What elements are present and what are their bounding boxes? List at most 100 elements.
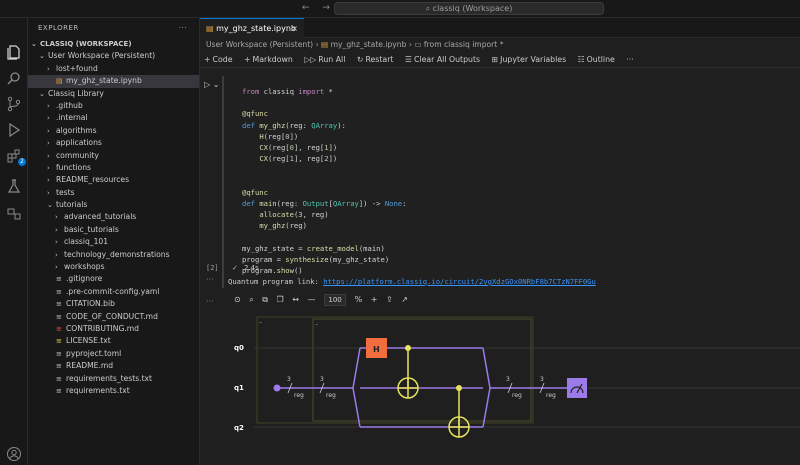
clear-outputs-button[interactable]: ☰ Clear All Outputs	[405, 55, 480, 64]
tree-item[interactable]: ⌄ Classiq Library	[28, 88, 199, 100]
tree-item-label: algorithms	[56, 125, 97, 135]
collapse-icon[interactable]: –	[315, 321, 318, 328]
tree-item[interactable]: › advanced_tutorials	[28, 211, 199, 223]
tree-item[interactable]: ≡ LICENSE.txt	[28, 335, 199, 347]
tree-item[interactable]: › lost+found	[28, 63, 199, 75]
tree-item-label: functions	[56, 162, 91, 172]
tree-item[interactable]: › algorithms	[28, 125, 199, 137]
open-external-icon[interactable]: ↗	[401, 295, 408, 304]
bus-label: reg	[546, 392, 556, 399]
workspace-root[interactable]: ⌄ CLASSIQ (WORKSPACE)	[28, 38, 199, 50]
chevron-right-icon: ›	[47, 101, 50, 110]
chevron-right-icon: ›	[47, 64, 50, 73]
add-code-button[interactable]: + Code	[204, 55, 233, 64]
tree-item-label: README_resources	[56, 175, 130, 185]
more-toolbar-icon[interactable]: ···	[626, 55, 633, 64]
file-icon: ≡	[56, 275, 62, 284]
tree-item[interactable]: › classiq_101	[28, 236, 199, 248]
tree-item[interactable]: › applications	[28, 137, 199, 149]
output-menu-icon-2[interactable]: ···	[206, 297, 214, 306]
bus-label: reg	[326, 392, 336, 399]
search-sidebar-icon[interactable]	[6, 70, 22, 86]
tree-item[interactable]: ≡ pyproject.toml	[28, 348, 199, 360]
code-editor[interactable]: from classiq import * @qfunc def my_ghz(re…	[242, 86, 406, 276]
output-menu-icon[interactable]: ···	[206, 275, 214, 284]
layers-icon[interactable]: ⧉	[262, 295, 268, 305]
remote-explorer-icon[interactable]	[6, 206, 22, 222]
tree-item-label: CITATION.bib	[66, 299, 115, 309]
notebook-toolbar: + Code + Markdown ▷▷ Run All ↻ Restart ☰ Clea…	[200, 52, 800, 68]
copy-icon[interactable]: ❐	[277, 295, 284, 304]
testing-icon[interactable]	[6, 178, 22, 194]
tree-item[interactable]: ≡ requirements.txt	[28, 385, 199, 397]
more-actions-icon[interactable]: ···	[179, 18, 187, 38]
fit-width-icon[interactable]: ↔	[292, 295, 299, 304]
extensions-badge: 2	[18, 158, 26, 166]
breadcrumb-cell[interactable]: from classiq import *	[424, 40, 504, 49]
zoom-search-icon[interactable]: ⌕	[249, 295, 253, 305]
tree-item[interactable]: ≡ requirements_tests.txt	[28, 373, 199, 385]
target-icon[interactable]: ⊙	[234, 295, 241, 304]
tree-item[interactable]: ⌄ User Workspace (Persistent)	[28, 50, 199, 62]
tree-item[interactable]: › technology_demonstrations	[28, 249, 199, 261]
tree-item[interactable]: ≡ CODE_OF_CONDUCT.md	[28, 311, 199, 323]
tree-item[interactable]: ≡ CONTRIBUTING.md	[28, 323, 199, 335]
tree-item[interactable]: › .github	[28, 100, 199, 112]
chevron-down-icon: ⌄	[47, 201, 53, 210]
chevron-right-icon: ›	[47, 114, 50, 123]
tab-bar: ▤ my_ghz_state.ipynb ×	[200, 18, 800, 38]
split-line	[352, 347, 361, 389]
outline-button[interactable]: ☷ Outline	[578, 55, 615, 64]
tab-label: my_ghz_state.ipynb	[216, 24, 296, 33]
cell-icon: ▭	[414, 40, 422, 49]
tree-item[interactable]: ▤ my_ghz_state.ipynb	[28, 75, 199, 88]
tree-item-label: .github	[56, 100, 83, 110]
tree-item[interactable]: › tests	[28, 187, 199, 199]
zoom-input[interactable]: 100	[324, 294, 347, 306]
close-icon[interactable]: ×	[291, 19, 298, 38]
tree-item[interactable]: › basic_tutorials	[28, 224, 199, 236]
add-code-label: Code	[212, 55, 233, 64]
plus-icon: +	[204, 55, 211, 64]
jupyter-variables-button[interactable]: ⊞ Jupyter Variables	[492, 55, 567, 64]
forward-icon[interactable]: →	[322, 3, 330, 13]
zoom-out-icon[interactable]: —	[308, 295, 316, 304]
share-icon[interactable]: ⇪	[386, 295, 393, 304]
account-icon[interactable]	[6, 446, 22, 462]
extensions-icon[interactable]: 2	[6, 148, 26, 166]
tree-item[interactable]: › README_resources	[28, 174, 199, 186]
breadcrumb-file[interactable]: my_ghz_state.ipynb	[331, 40, 407, 49]
back-icon[interactable]: ←	[302, 3, 310, 13]
tree-item[interactable]: › .internal	[28, 112, 199, 124]
run-all-button[interactable]: ▷▷ Run All	[304, 55, 345, 64]
program-link[interactable]: https://platform.classiq.io/circuit/2ygX…	[323, 277, 596, 286]
tree-item[interactable]: › workshops	[28, 261, 199, 273]
tree-item[interactable]: ⌄ tutorials	[28, 199, 199, 211]
cx-control[interactable]	[405, 345, 411, 351]
run-debug-icon[interactable]	[6, 122, 22, 138]
tree-item-label: basic_tutorials	[64, 224, 119, 234]
bus-label: reg	[512, 392, 522, 399]
command-center[interactable]: ⌕ classiq (Workspace)	[334, 2, 604, 15]
tree-item[interactable]: ≡ CITATION.bib	[28, 298, 199, 310]
run-all-icon: ▷▷	[304, 55, 317, 64]
restart-button[interactable]: ↻ Restart	[357, 55, 394, 64]
code-cell[interactable]: from classiq import * @qfunc def my_ghz(re…	[222, 76, 800, 288]
cx-control[interactable]	[456, 385, 462, 391]
tree-item[interactable]: › functions	[28, 162, 199, 174]
breadcrumb-folder[interactable]: User Workspace (Persistent)	[206, 40, 313, 49]
tree-item[interactable]: › community	[28, 150, 199, 162]
source-control-icon[interactable]	[6, 96, 22, 112]
measure-gate[interactable]	[567, 378, 587, 398]
tree-item[interactable]: ≡ .pre-commit-config.yaml	[28, 286, 199, 298]
run-cell-icon[interactable]: ▷ ⌄	[204, 80, 219, 89]
tree-item[interactable]: ≡ .gitignore	[28, 273, 199, 285]
tree-item-label: classiq_101	[64, 237, 109, 247]
bus-count: 3	[320, 376, 324, 383]
explorer-icon[interactable]	[6, 44, 22, 60]
zoom-in-icon[interactable]: +	[371, 295, 378, 304]
tab-notebook[interactable]: ▤ my_ghz_state.ipynb ×	[200, 18, 304, 38]
add-markdown-button[interactable]: + Markdown	[244, 55, 293, 64]
tree-item[interactable]: ≡ README.md	[28, 360, 199, 372]
collapse-icon[interactable]: –	[259, 319, 262, 326]
